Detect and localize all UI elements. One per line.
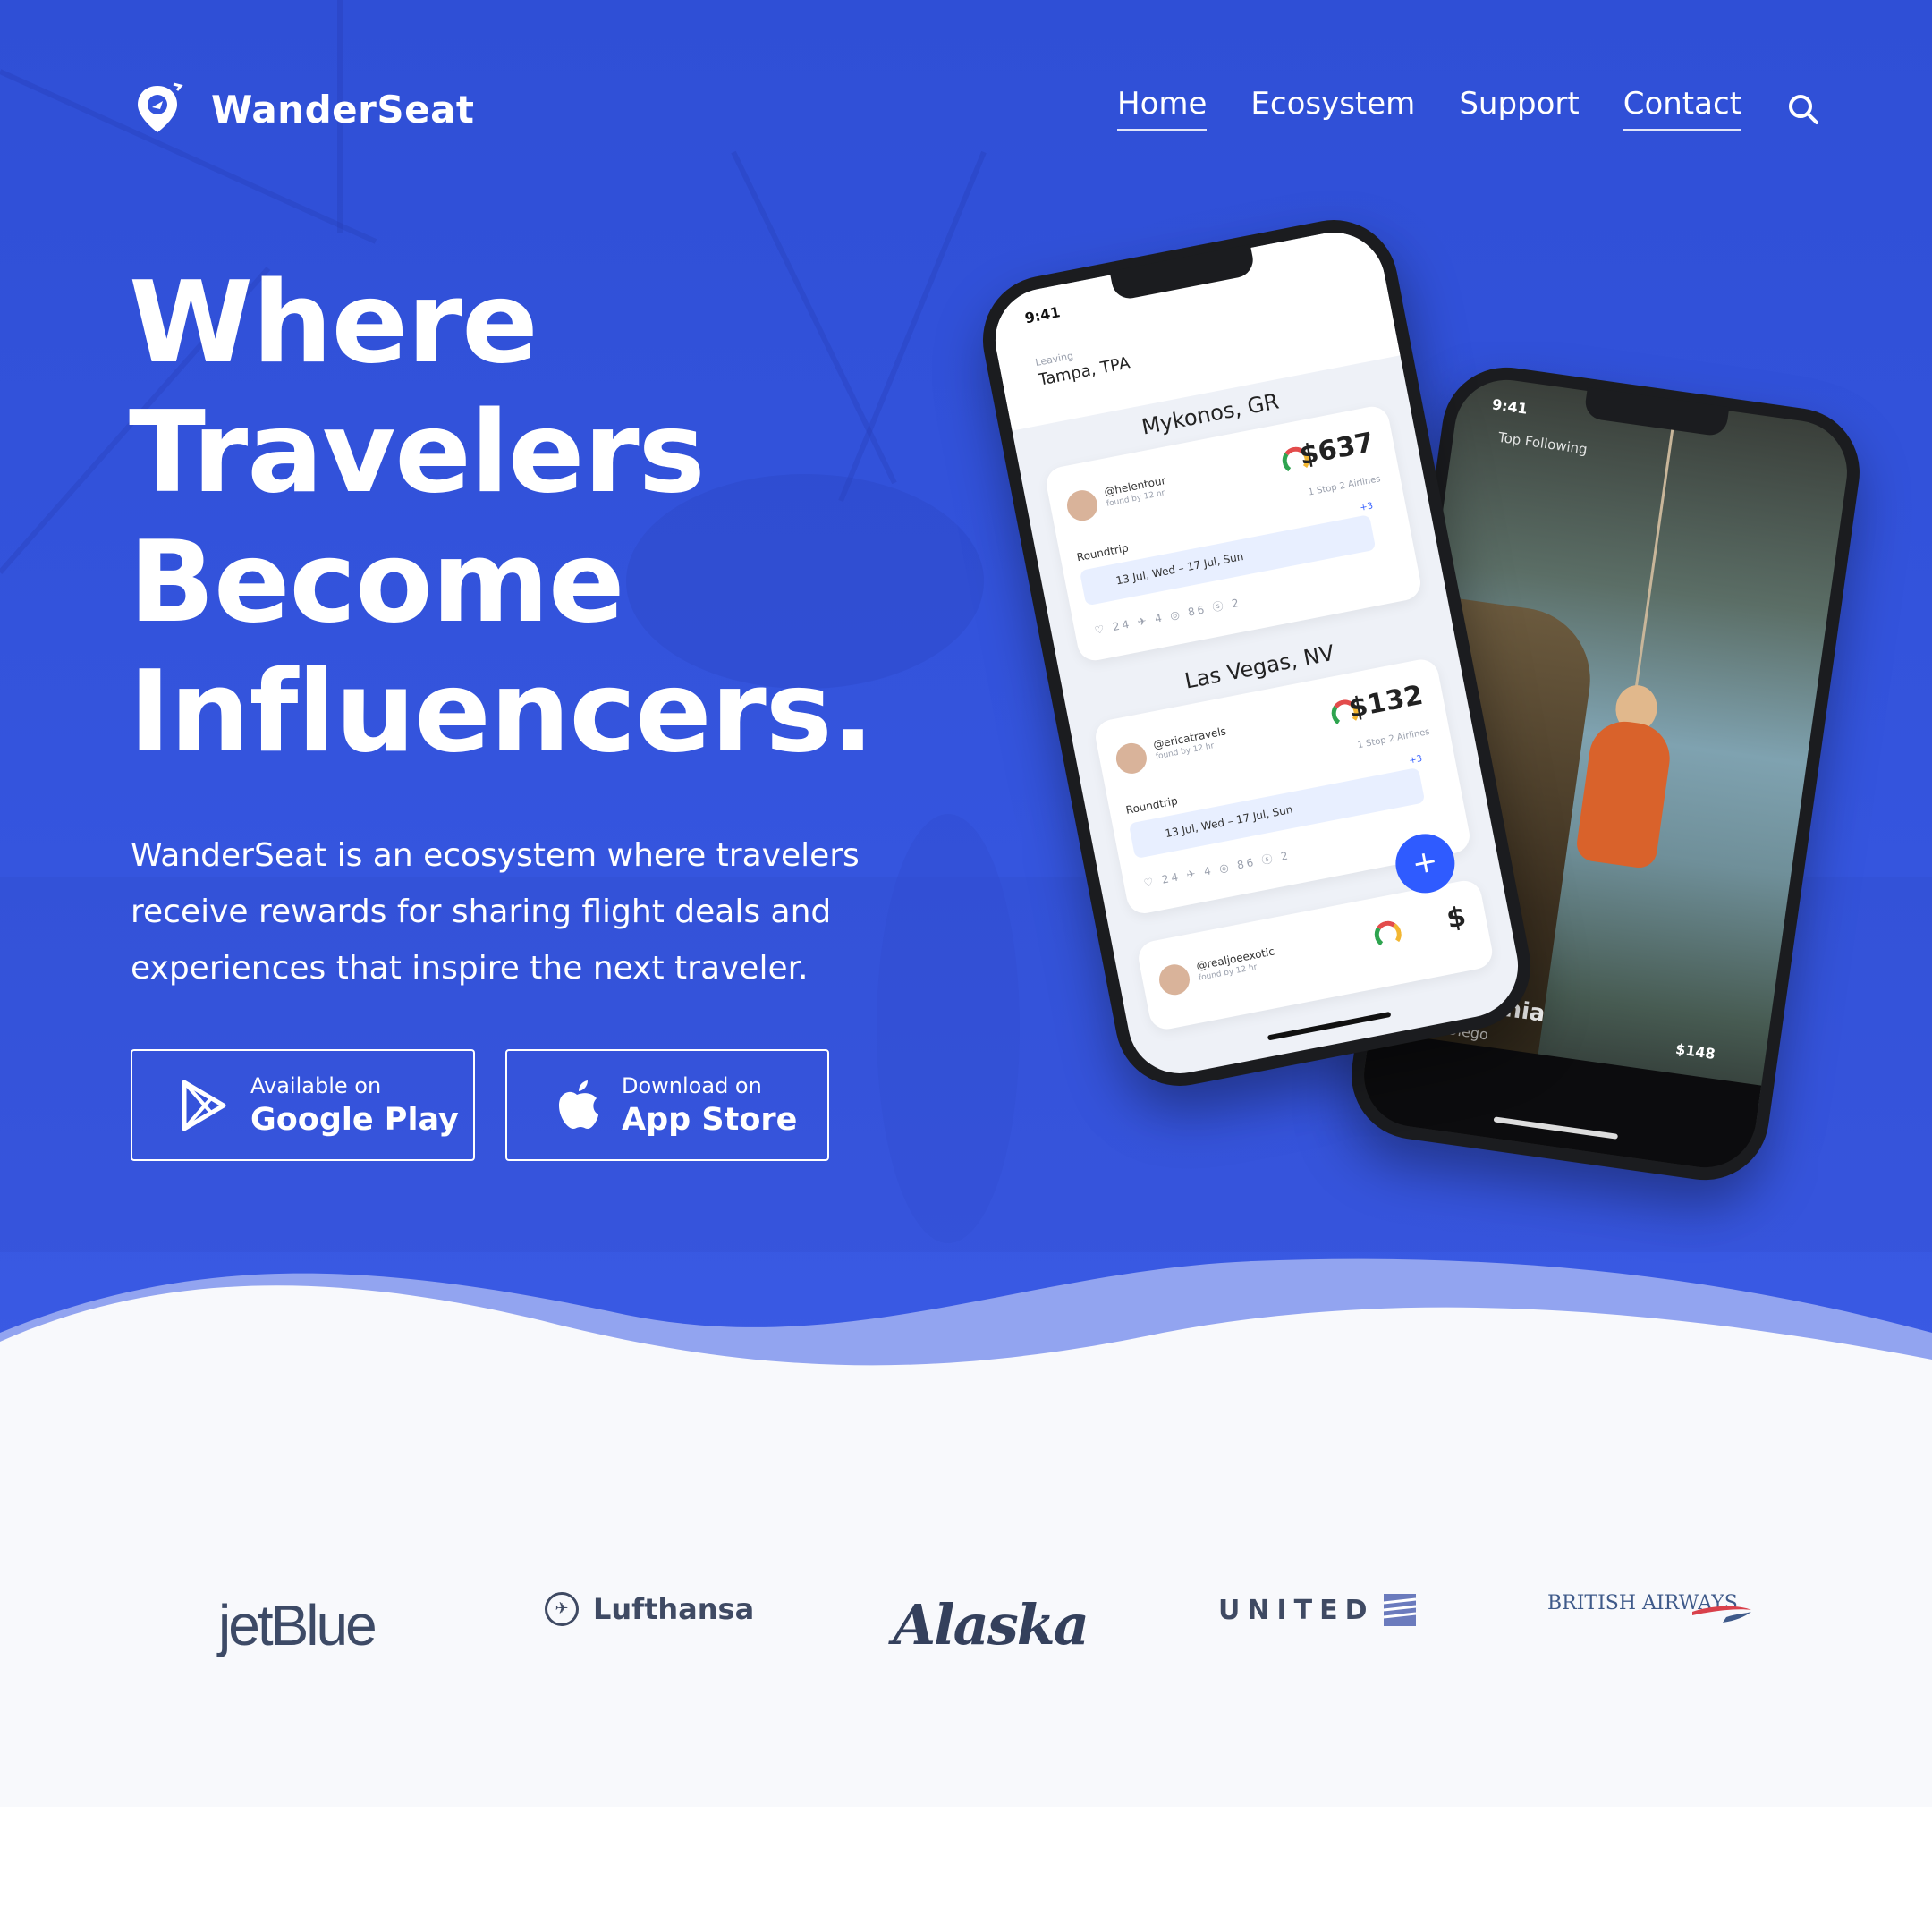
google-play-big-label: Google Play: [250, 1101, 459, 1138]
lufthansa-logo: ✈ Lufthansa: [545, 1592, 754, 1626]
deal-more: +3: [1359, 501, 1375, 513]
app-store-small-label: Download on: [622, 1072, 762, 1098]
deal-trip-type: Roundtrip: [1075, 541, 1130, 564]
deal-score-gauge-icon: [1372, 919, 1404, 951]
avatar: [1157, 962, 1192, 998]
hero-headline: Where Travelers Become Influencers.: [129, 258, 1023, 776]
united-logo: UNITED: [1218, 1592, 1418, 1628]
video-price: $148: [1674, 1040, 1716, 1063]
google-play-small-label: Available on: [250, 1072, 382, 1098]
avatar: [1113, 740, 1149, 776]
jetblue-logo: jetBlue: [218, 1592, 377, 1658]
alaska-wordmark: Alaska: [893, 1592, 1089, 1657]
swing-person: [1574, 716, 1674, 870]
apple-icon: [559, 1080, 598, 1129]
headline-line-4: Influencers.: [129, 646, 875, 777]
deal-price: $637: [1297, 427, 1377, 472]
brand-logo[interactable]: WanderSeat: [131, 82, 475, 136]
globe-icon: [1383, 1594, 1416, 1626]
lufthansa-wordmark: Lufthansa: [593, 1592, 755, 1626]
play-store-icon: [182, 1080, 226, 1131]
nav-contact[interactable]: Contact: [1623, 86, 1741, 131]
deal-dates: 13 Jul, Wed – 17 Jul, Sun: [1079, 514, 1377, 606]
video-tabs[interactable]: Top Following: [1497, 429, 1589, 458]
hero-lead-text: WanderSeat is an ecosystem where travele…: [131, 837, 860, 987]
deal-price: $132: [1346, 679, 1426, 725]
deal-stops: 1 Stop 2 Airlines: [1307, 474, 1382, 498]
home-indicator: [1267, 1011, 1392, 1041]
alaska-logo: Alaska: [893, 1592, 1089, 1657]
deal-more: +3: [1408, 753, 1424, 767]
deal-stats: ♡ 24 ✈ 4 ◎ 86 ⓢ 2: [1093, 596, 1242, 637]
status-time: 9:41: [1490, 395, 1529, 418]
nav-support[interactable]: Support: [1459, 86, 1579, 131]
swing-rope: [1633, 402, 1678, 696]
nav-ecosystem[interactable]: Ecosystem: [1250, 86, 1415, 131]
app-store-button[interactable]: Download on App Store: [505, 1049, 829, 1161]
jetblue-wordmark: jetBlue: [218, 1593, 377, 1657]
home-indicator: [1493, 1116, 1619, 1140]
crane-icon: ✈: [545, 1592, 579, 1626]
main-nav: Home Ecosystem Support Contact: [1117, 86, 1821, 131]
avatar: [1064, 487, 1100, 524]
nav-home[interactable]: Home: [1117, 86, 1208, 131]
deal-dates: 13 Jul, Wed – 17 Jul, Sun: [1128, 767, 1426, 860]
headline-line-2: Travelers: [129, 386, 706, 518]
headline-line-3: Become: [129, 516, 625, 648]
hero-section: WanderSeat Home Ecosystem Support Contac…: [0, 0, 1932, 1395]
speedmarque-icon: [1692, 1606, 1751, 1623]
map-pin-plane-icon: [138, 82, 183, 132]
deal-trip-type: Roundtrip: [1124, 794, 1179, 817]
brand-name: WanderSeat: [211, 87, 475, 131]
hero-wave: [0, 1258, 1932, 1395]
deal-price: $: [1444, 901, 1469, 936]
deal-stops: 1 Stop 2 Airlines: [1356, 726, 1431, 751]
deal-stats: ♡ 24 ✈ 4 ◎ 86 ⓢ 2: [1142, 849, 1292, 890]
google-play-button[interactable]: Available on Google Play: [131, 1049, 475, 1161]
app-store-big-label: App Store: [622, 1101, 798, 1138]
search-icon[interactable]: [1785, 91, 1821, 127]
united-wordmark: UNITED: [1218, 1594, 1375, 1626]
headline-line-1: Where: [129, 257, 538, 388]
